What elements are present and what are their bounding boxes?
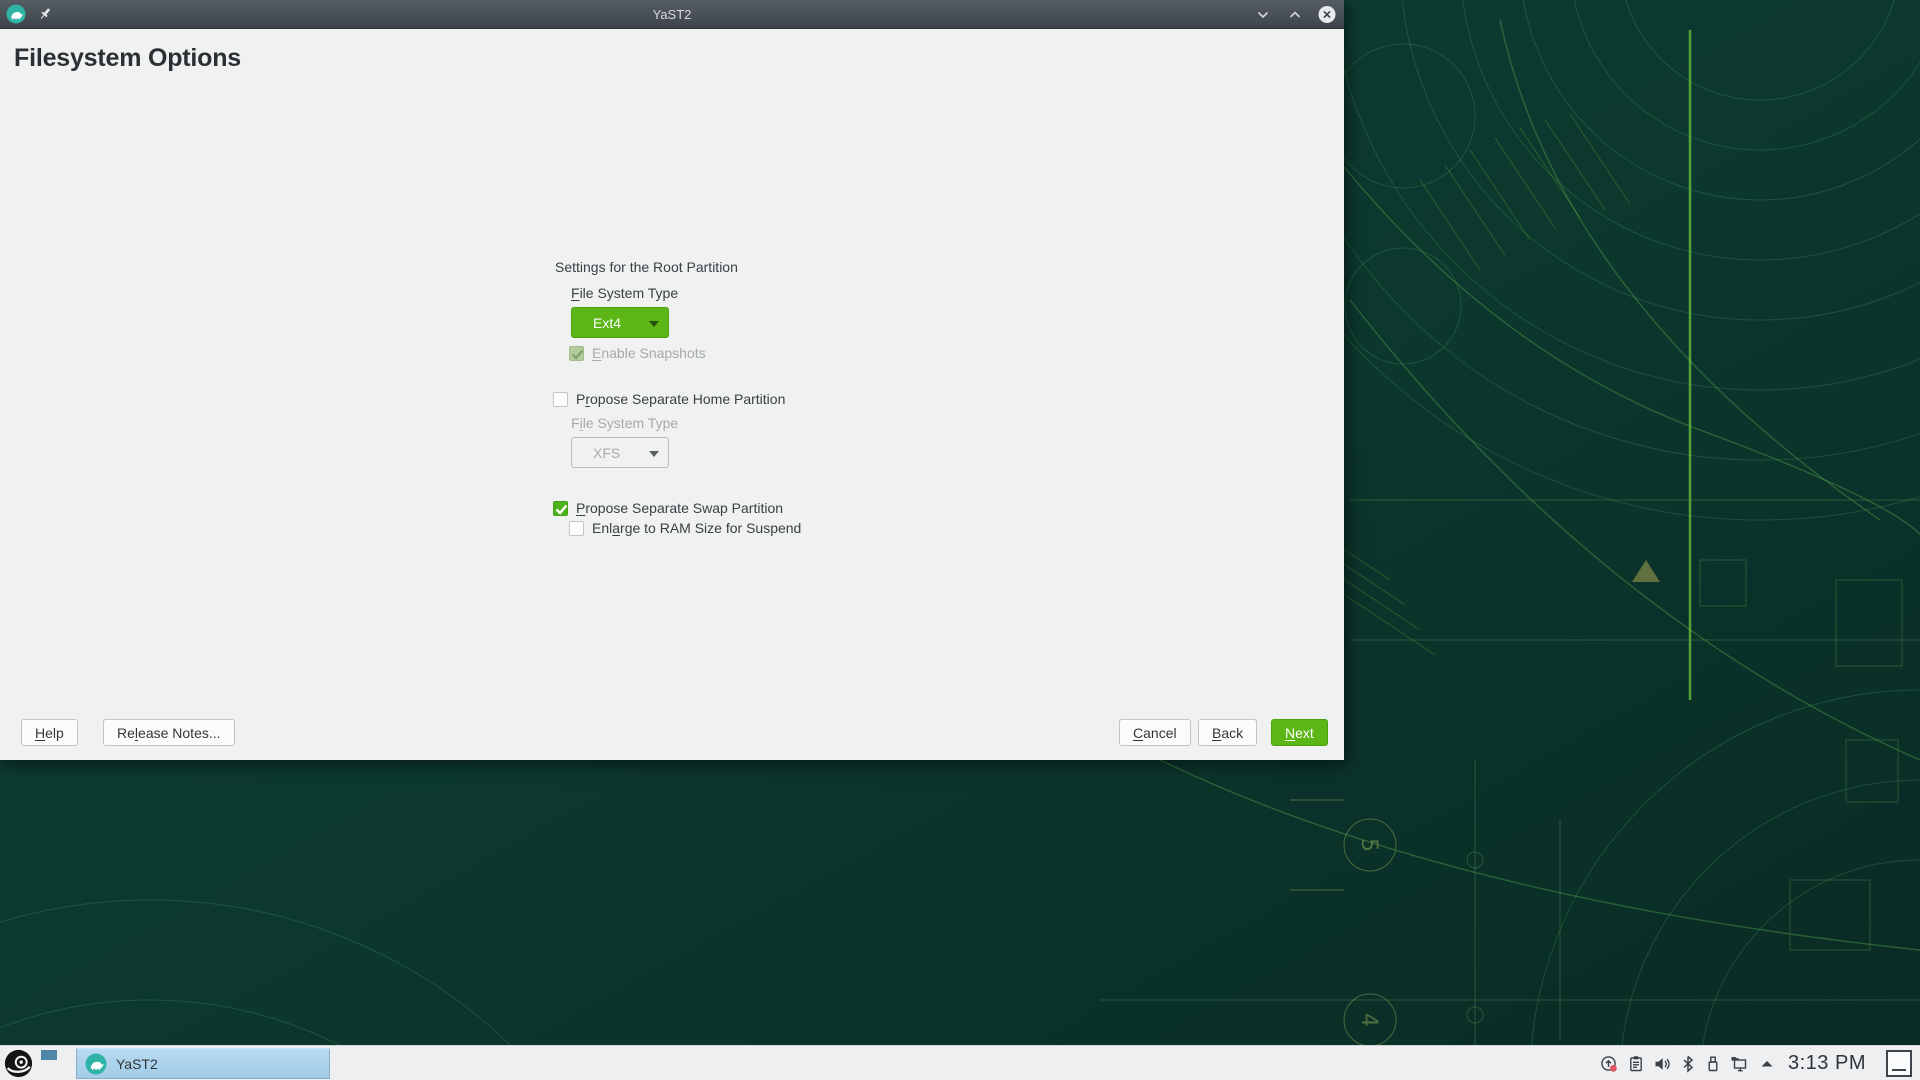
- svg-text:4: 4: [1356, 1013, 1381, 1027]
- yast-task-icon: [85, 1053, 107, 1075]
- chevron-down-icon: [649, 321, 659, 327]
- wizard-content: Filesystem Options Settings for the Root…: [0, 29, 1344, 760]
- checkbox-box[interactable]: [569, 521, 584, 536]
- taskbar-task-yast2[interactable]: YaST2: [76, 1048, 330, 1079]
- taskbar-panel: YaST2: [0, 1045, 1920, 1080]
- clipboard-icon[interactable]: [1627, 1055, 1645, 1073]
- window-titlebar[interactable]: YaST2: [0, 0, 1344, 29]
- home-fstype-label: File System Type: [571, 415, 678, 431]
- task-button-label: YaST2: [116, 1056, 158, 1072]
- application-launcher-button[interactable]: [4, 1049, 33, 1078]
- checkbox-box[interactable]: [553, 501, 568, 516]
- checkbox-box: [569, 346, 584, 361]
- checkbox-box[interactable]: [553, 392, 568, 407]
- back-button[interactable]: Back: [1198, 719, 1257, 746]
- show-desktop-glyph: [1892, 1069, 1906, 1071]
- show-desktop-button[interactable]: [1886, 1050, 1912, 1077]
- help-button[interactable]: Help: [21, 719, 78, 746]
- cancel-button[interactable]: Cancel: [1119, 719, 1191, 746]
- page-title: Filesystem Options: [14, 44, 241, 73]
- chevron-down-icon: [649, 451, 659, 457]
- home-fstype-dropdown: XFS: [571, 437, 669, 468]
- home-partition-checkbox[interactable]: Propose Separate Home Partition: [553, 391, 785, 407]
- expand-tray-icon[interactable]: [1758, 1055, 1776, 1073]
- root-fstype-label: File System Type: [571, 285, 678, 301]
- pager-window-thumb: [41, 1050, 57, 1060]
- root-fstype-value: Ext4: [572, 315, 621, 331]
- clock[interactable]: 3:13 PM: [1780, 1046, 1874, 1080]
- maximize-button[interactable]: [1286, 6, 1304, 24]
- pin-keep-above-icon[interactable]: [36, 5, 54, 23]
- home-fstype-value: XFS: [572, 445, 620, 461]
- bluetooth-icon[interactable]: [1679, 1055, 1697, 1073]
- removable-device-icon[interactable]: [1704, 1055, 1722, 1073]
- checkbox-label: Enable Snapshots: [592, 345, 706, 361]
- enable-snapshots-checkbox: Enable Snapshots: [569, 345, 706, 361]
- yast-app-icon: [6, 4, 26, 24]
- window-title: YaST2: [0, 7, 1344, 22]
- root-partition-section-label: Settings for the Root Partition: [555, 259, 738, 275]
- swap-partition-checkbox[interactable]: Propose Separate Swap Partition: [553, 500, 783, 516]
- volume-icon[interactable]: [1653, 1055, 1671, 1073]
- enlarge-ram-checkbox[interactable]: Enlarge to RAM Size for Suspend: [569, 520, 801, 536]
- minimize-button[interactable]: [1254, 6, 1272, 24]
- software-updates-icon[interactable]: [1600, 1055, 1618, 1073]
- svg-text:5: 5: [1356, 838, 1381, 852]
- network-icon[interactable]: [1730, 1055, 1748, 1073]
- virtual-desktop-pager[interactable]: [40, 1049, 68, 1078]
- checkbox-label: Enlarge to RAM Size for Suspend: [592, 520, 801, 536]
- release-notes-button[interactable]: Release Notes...: [103, 719, 235, 746]
- yast2-window: YaST2 Filesystem Options Settings for th…: [0, 0, 1344, 760]
- checkbox-label: Propose Separate Home Partition: [576, 391, 785, 407]
- close-button[interactable]: [1318, 6, 1336, 24]
- checkbox-label: Propose Separate Swap Partition: [576, 500, 783, 516]
- root-fstype-dropdown[interactable]: Ext4: [571, 307, 669, 338]
- next-button[interactable]: Next: [1271, 719, 1328, 746]
